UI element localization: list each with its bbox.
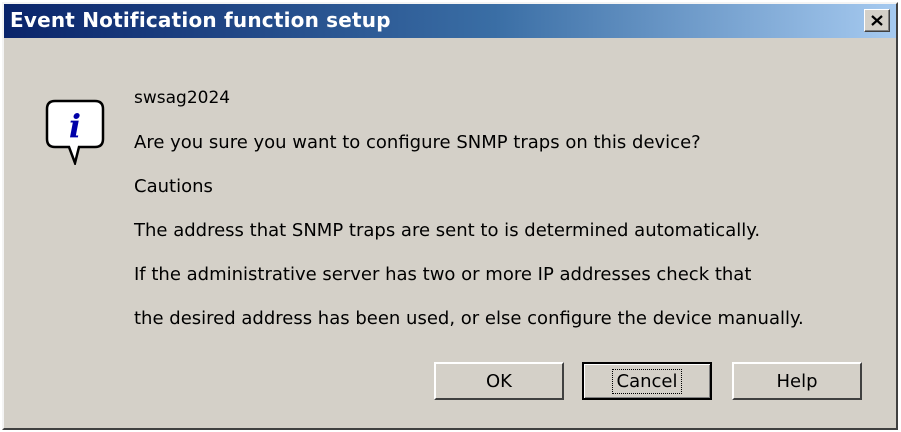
event-notification-dialog: Event Notification function setup i swsa… — [2, 2, 898, 430]
help-button[interactable]: Help — [732, 362, 862, 400]
cancel-button[interactable]: Cancel — [582, 362, 712, 400]
close-icon — [871, 15, 883, 26]
ok-button[interactable]: OK — [434, 362, 564, 400]
window-title: Event Notification function setup — [10, 8, 391, 32]
info-glyph: i — [69, 107, 81, 145]
device-name: swsag2024 — [134, 88, 231, 108]
caution-line-3: the desired address has been used, or el… — [134, 308, 804, 329]
cancel-button-label: Cancel — [611, 368, 683, 394]
cautions-heading: Cautions — [134, 176, 213, 197]
information-icon: i — [45, 99, 105, 165]
ok-button-label: OK — [486, 370, 512, 392]
caution-line-1: The address that SNMP traps are sent to … — [134, 220, 761, 241]
close-button[interactable] — [864, 9, 890, 32]
caution-line-2: If the administrative server has two or … — [134, 264, 752, 285]
help-button-label: Help — [776, 370, 818, 392]
title-bar[interactable]: Event Notification function setup — [4, 4, 896, 38]
confirm-question: Are you sure you want to configure SNMP … — [134, 132, 701, 153]
